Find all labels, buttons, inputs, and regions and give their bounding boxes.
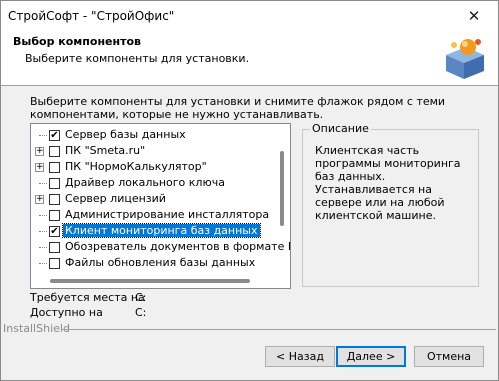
description-text: Клиентская часть программы мониторинга б… — [315, 144, 461, 222]
component-item[interactable]: ✔ Сервер базы данных — [31, 127, 281, 143]
vertical-scrollbar[interactable] — [277, 125, 289, 275]
component-item[interactable]: Драйвер локального ключа — [31, 175, 281, 191]
installer-window: СтройСофт - "СтройОфис" ✕ Выбор компонен… — [0, 0, 499, 381]
component-checkbox[interactable] — [49, 258, 60, 269]
space-required-row: Требуется места на C: — [30, 291, 147, 304]
expand-icon[interactable]: + — [35, 163, 44, 172]
next-button[interactable]: Далее > — [336, 346, 406, 367]
component-item[interactable]: + ПК "Smeta.ru" — [31, 143, 281, 159]
component-checkbox[interactable]: ✔ — [49, 226, 60, 237]
component-label[interactable]: ПК "Smeta.ru" — [63, 144, 147, 157]
components-tree[interactable]: Файлы обновления базы данных Обозреватель… — [30, 123, 291, 289]
component-label[interactable]: Сервер лицензий — [63, 192, 168, 205]
component-item[interactable]: + ПК "НормоКалькулятор" — [31, 159, 281, 175]
horizontal-scrollbar[interactable] — [32, 275, 277, 287]
installer-box-icon — [446, 39, 484, 79]
component-checkbox[interactable] — [49, 210, 60, 221]
separator-line — [61, 329, 496, 330]
description-groupbox: Описание Клиентская часть программы мони… — [302, 122, 479, 287]
horizontal-scroll-thumb[interactable] — [50, 279, 250, 283]
component-label[interactable]: Файлы обновления базы данных — [63, 256, 257, 269]
component-checkbox[interactable] — [49, 162, 60, 173]
window-title: СтройСофт - "СтройОфис" — [8, 9, 175, 23]
component-checkbox[interactable] — [49, 194, 60, 205]
tree-connector-line — [39, 183, 47, 184]
component-item[interactable]: Администрирование инсталлятора — [31, 207, 281, 223]
component-label[interactable]: Сервер базы данных — [63, 128, 188, 141]
page-subtitle: Выберите компоненты для установки. — [25, 52, 250, 65]
tree-connector-line — [39, 215, 47, 216]
component-label[interactable]: ПК "НормоКалькулятор" — [63, 160, 209, 173]
component-label[interactable]: Обозреватель документов в формате DOC — [63, 240, 290, 253]
component-checkbox[interactable] — [49, 242, 60, 253]
space-available-label: Доступно на — [30, 306, 103, 319]
space-required-label: Требуется места на — [30, 291, 145, 304]
component-checkbox[interactable] — [49, 146, 60, 157]
cancel-button[interactable]: Отмена — [414, 346, 484, 367]
component-checkbox[interactable] — [49, 178, 60, 189]
title-bar: СтройСофт - "СтройОфис" ✕ — [1, 1, 498, 31]
component-item[interactable]: Файлы обновления базы данных — [31, 255, 281, 271]
tree-connector-line — [39, 263, 47, 264]
close-icon[interactable]: ✕ — [454, 3, 494, 29]
space-required-value: C: — [135, 291, 147, 304]
description-legend: Описание — [310, 122, 371, 135]
instructions-text: Выберите компоненты для установки и сним… — [30, 95, 446, 121]
component-checkbox[interactable]: ✔ — [49, 130, 60, 141]
component-item[interactable]: + Сервер лицензий — [31, 191, 281, 207]
space-available-value: C: — [135, 306, 147, 319]
installshield-brand: InstallShield — [3, 322, 70, 335]
component-label[interactable]: Администрирование инсталлятора — [63, 208, 271, 221]
component-label[interactable]: Драйвер локального ключа — [63, 176, 227, 189]
tree-connector-line — [39, 247, 47, 248]
page-title: Выбор компонентов — [13, 35, 141, 48]
space-available-row: Доступно на C: — [30, 306, 146, 319]
tree-connector-line — [39, 135, 47, 136]
tree-connector-line — [39, 231, 47, 232]
expand-icon[interactable]: + — [35, 147, 44, 156]
component-label[interactable]: Клиент мониторинга баз данных — [62, 223, 261, 238]
component-item[interactable]: ✔ Клиент мониторинга баз данных — [31, 223, 281, 239]
wizard-header: Выбор компонентов Выберите компоненты дл… — [1, 31, 498, 86]
back-button[interactable]: < Назад — [265, 346, 335, 367]
component-item[interactable]: Обозреватель документов в формате DOC — [31, 239, 290, 255]
vertical-scroll-thumb[interactable] — [280, 151, 284, 226]
expand-icon[interactable]: + — [35, 195, 44, 204]
